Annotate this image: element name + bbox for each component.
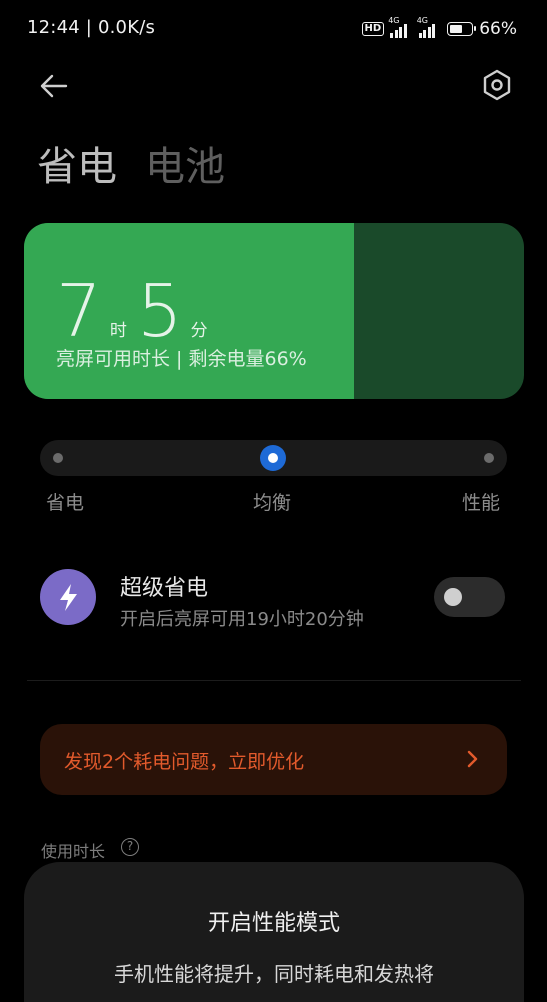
super-saver-toggle[interactable]: [434, 577, 505, 617]
network-type-sim2: 4G: [416, 16, 428, 25]
minutes-value: 5: [136, 269, 183, 353]
signal-sim1-icon: 4G: [388, 16, 407, 38]
status-icons: HD 4G 4G 66%: [361, 16, 517, 42]
status-time-speed: 12:44 | 0.0K/s: [27, 17, 155, 38]
battery-card-subtitle: 亮屏可用时长 | 剩余电量66%: [56, 348, 307, 370]
mode-label-performance[interactable]: 性能: [462, 488, 500, 515]
hours-value: 7: [56, 269, 102, 353]
battery-issues-banner[interactable]: 发现2个耗电问题，立即优化: [40, 724, 507, 795]
help-icon[interactable]: ?: [121, 838, 139, 856]
mode-dot-performance[interactable]: [484, 453, 494, 463]
gear-icon: [483, 69, 511, 101]
tab-battery[interactable]: 电池: [145, 134, 225, 192]
battery-issues-text: 发现2个耗电问题，立即优化: [64, 751, 305, 773]
dialog-description: 手机性能将提升，同时耗电和发热将: [114, 962, 434, 986]
chevron-right-icon: [467, 750, 478, 768]
network-type-sim1: 4G: [388, 16, 400, 25]
hours-unit: 时: [109, 321, 127, 341]
back-arrow-icon: [40, 74, 68, 98]
dialog-title: 开启性能模式: [207, 911, 340, 936]
divider: [27, 680, 521, 681]
settings-button[interactable]: [478, 66, 516, 104]
mode-label-power-saving[interactable]: 省电: [46, 488, 84, 515]
back-button[interactable]: [36, 68, 76, 104]
battery-card: 7 时 5 分 亮屏可用时长 | 剩余电量66%: [24, 223, 524, 399]
signal-sim2-icon: 4G: [417, 16, 436, 38]
battery-percent: 66%: [479, 19, 517, 39]
minutes-unit: 分: [190, 321, 208, 341]
performance-mode-slider[interactable]: [40, 440, 507, 476]
battery-icon-fill: [450, 25, 463, 33]
mode-dot-power-saving[interactable]: [53, 453, 63, 463]
super-saver-description: 开启后亮屏可用19小时20分钟: [120, 609, 364, 630]
toggle-knob: [444, 588, 462, 606]
usage-duration-label: 使用时长: [41, 842, 106, 861]
screen-time-remaining: 7 时 5 分: [56, 275, 218, 347]
page-tabs: 省电 电池: [37, 134, 225, 192]
status-bar: 12:44 | 0.0K/s HD 4G 4G 66%: [0, 0, 547, 58]
mode-label-balanced[interactable]: 均衡: [253, 488, 291, 515]
hd-voice-icon: HD: [361, 22, 385, 36]
super-saver-icon: [40, 569, 96, 625]
lightning-icon: [60, 584, 77, 611]
mode-slider-thumb[interactable]: [260, 445, 286, 471]
status-time: 12:44: [27, 17, 80, 38]
performance-mode-dialog: 开启性能模式 手机性能将提升，同时耗电和发热将: [24, 862, 524, 1002]
network-speed: 0.0K/s: [97, 17, 156, 38]
tab-power-saving[interactable]: 省电: [37, 134, 117, 192]
battery-icon: [447, 22, 477, 36]
super-saver-title: 超级省电: [120, 576, 209, 601]
status-separator: |: [85, 17, 93, 38]
